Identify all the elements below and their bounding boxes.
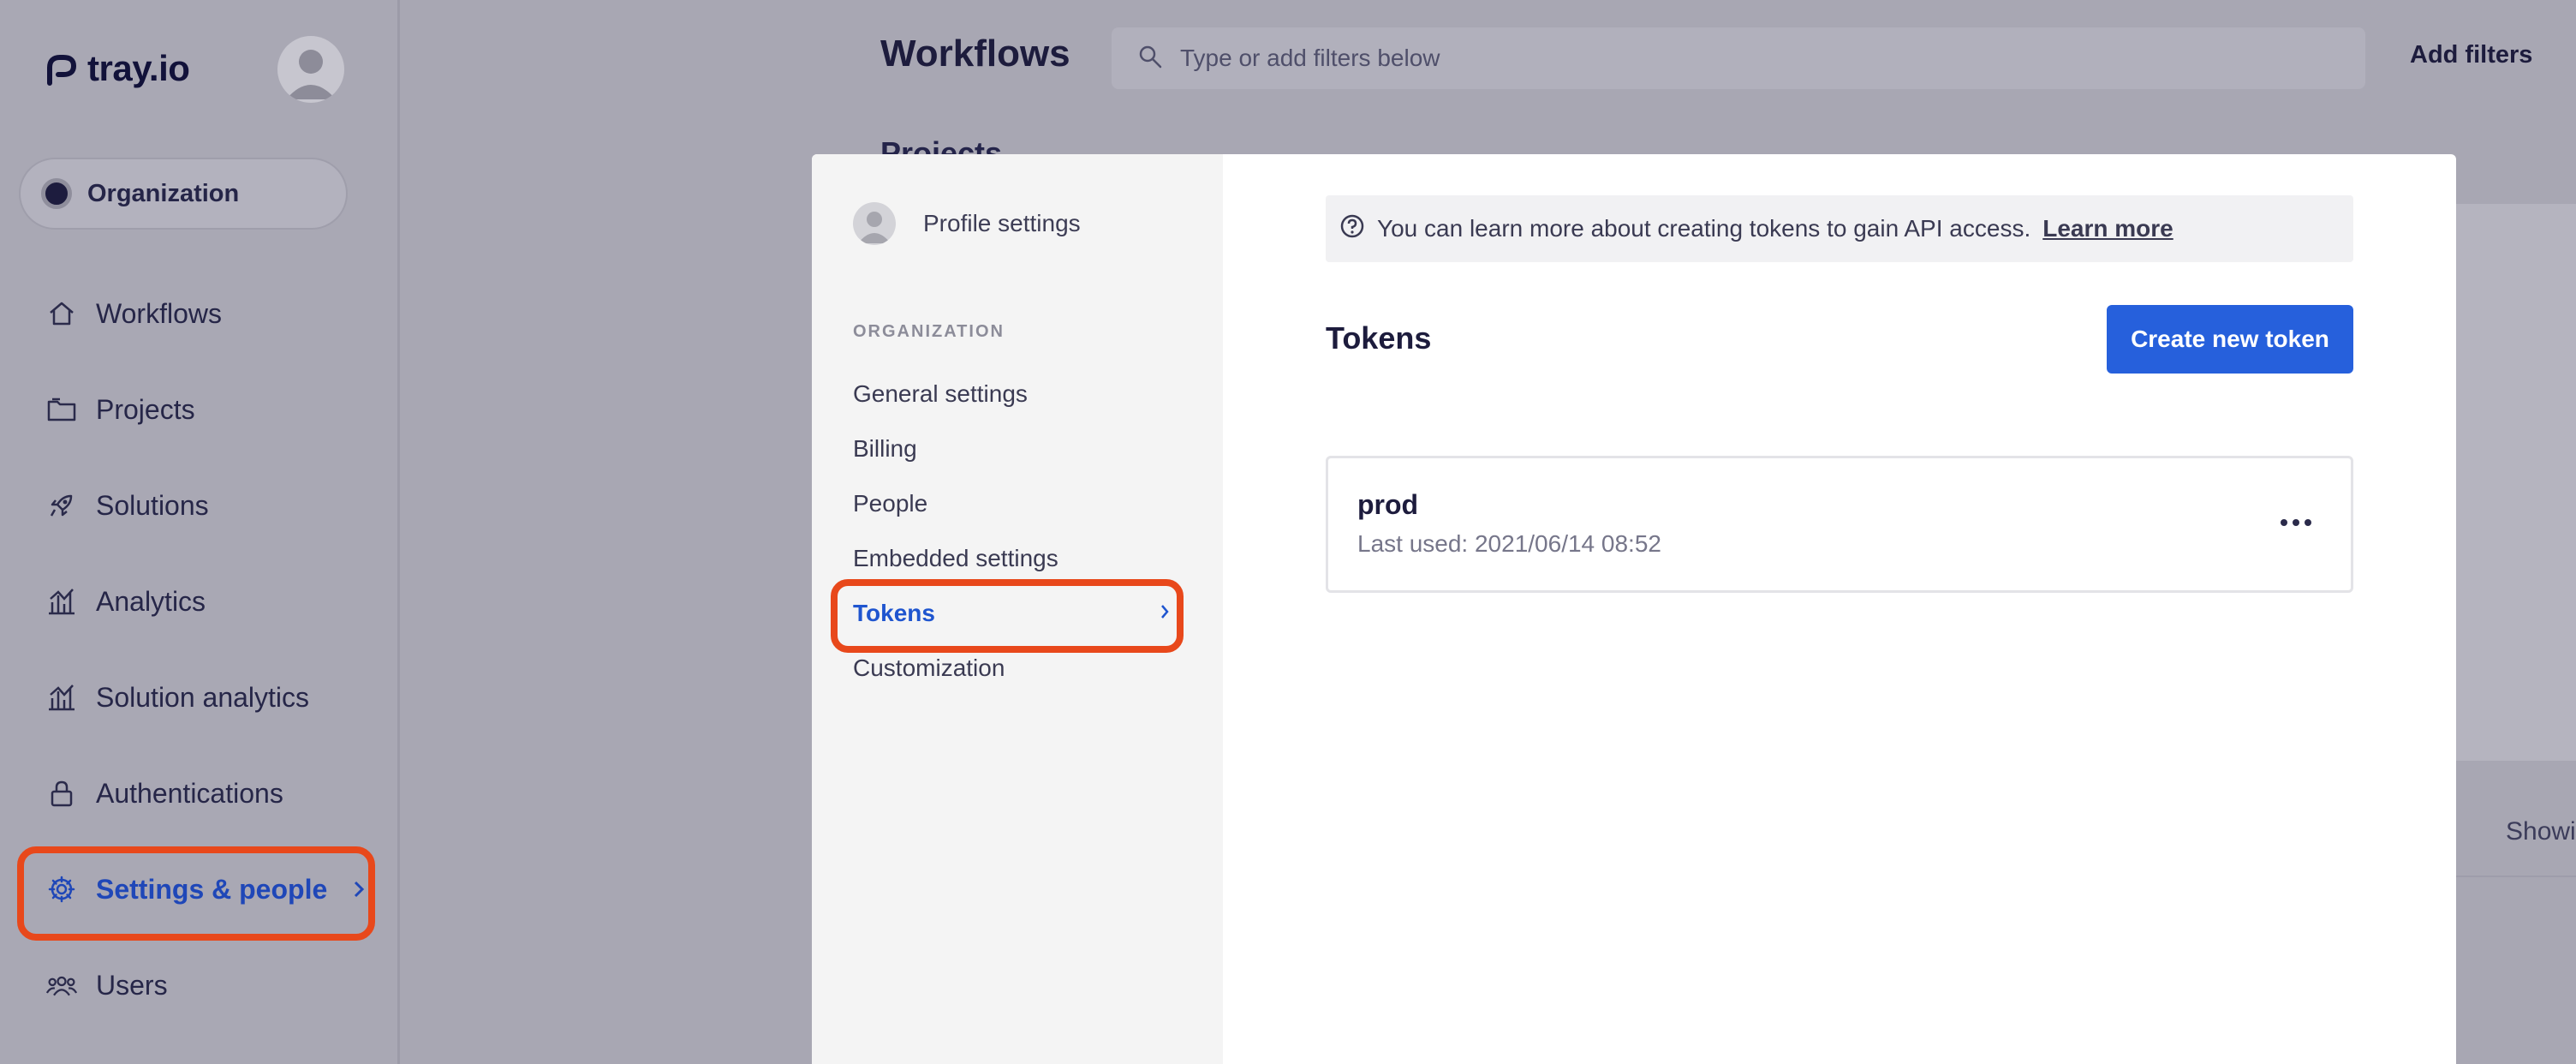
sidebar-item-label: Users	[96, 969, 168, 1001]
sidebar-item-solutions[interactable]: Solutions	[46, 480, 209, 531]
tray-logo-icon	[47, 55, 77, 86]
sidebar-item-workflows[interactable]: Workflows	[46, 288, 222, 339]
rocket-icon	[46, 490, 77, 521]
user-avatar[interactable]	[277, 36, 344, 103]
sidebar-item-authentications[interactable]: Authentications	[46, 768, 283, 819]
token-card: prod Last used: 2021/06/14 08:52	[1326, 456, 2353, 593]
folder-icon	[46, 394, 77, 425]
organization-switcher[interactable]: Organization	[19, 158, 348, 230]
token-last-used: Last used: 2021/06/14 08:52	[1357, 530, 1661, 557]
profile-settings-label: Profile settings	[923, 210, 1081, 236]
sidebar-item-label: Solution analytics	[96, 681, 310, 713]
sidebar-item-solution-analytics[interactable]: Solution analytics	[46, 672, 309, 723]
add-filters-button[interactable]: Add filters	[2410, 41, 2532, 69]
sidebar-item-label: Authentications	[96, 777, 283, 809]
bar-chart-icon	[46, 586, 77, 617]
profile-settings-link[interactable]: Profile settings	[853, 202, 1081, 245]
menu-item-general-settings[interactable]: General settings	[853, 380, 1028, 408]
menu-item-customization[interactable]: Customization	[853, 655, 1005, 682]
more-options-icon[interactable]	[2270, 501, 2322, 544]
section-heading: ORGANIZATION	[853, 322, 1005, 341]
menu-item-billing[interactable]: Billing	[853, 435, 917, 463]
search-icon	[1137, 44, 1163, 74]
users-icon	[46, 970, 77, 1001]
highlight-settings-people	[17, 846, 375, 941]
lock-icon	[46, 778, 77, 809]
create-new-token-button[interactable]: Create new token	[2107, 305, 2353, 374]
token-name: prod	[1357, 489, 1419, 520]
background-panel	[2456, 204, 2576, 761]
sidebar-item-analytics[interactable]: Analytics	[46, 576, 206, 627]
bar-chart-icon	[46, 682, 77, 713]
page-title: Workflows	[880, 33, 1070, 75]
showing-count: Showi	[2506, 817, 2576, 846]
divider	[2456, 876, 2576, 877]
tokens-title: Tokens	[1326, 320, 1432, 356]
search-input[interactable]	[1178, 44, 2295, 73]
avatar-icon	[286, 50, 336, 99]
tray-logo[interactable]: tray.io	[43, 48, 190, 89]
org-label: Organization	[87, 179, 240, 207]
sidebar-item-label: Analytics	[96, 585, 206, 617]
home-icon	[46, 298, 77, 329]
sidebar-item-projects[interactable]: Projects	[46, 384, 195, 435]
sidebar-item-label: Workflows	[96, 297, 222, 329]
info-text: You can learn more about creating tokens…	[1377, 215, 2031, 242]
info-banner: You can learn more about creating tokens…	[1326, 195, 2353, 262]
sidebar-item-label: Solutions	[96, 489, 209, 521]
settings-nav: Profile settings ORGANIZATION General se…	[812, 154, 1223, 1064]
search-bar[interactable]	[1112, 27, 2365, 89]
sidebar-item-label: Projects	[96, 393, 195, 425]
avatar	[853, 202, 896, 245]
logo-text: tray.io	[87, 48, 190, 88]
menu-item-embedded-settings[interactable]: Embedded settings	[853, 545, 1058, 572]
sidebar-item-users[interactable]: Users	[46, 959, 168, 1011]
org-dot-icon	[41, 178, 72, 209]
menu-item-people[interactable]: People	[853, 490, 927, 517]
highlight-tokens	[831, 579, 1184, 653]
help-circle-icon	[1339, 213, 1365, 245]
settings-modal: Profile settings ORGANIZATION General se…	[812, 154, 2456, 1064]
learn-more-link[interactable]: Learn more	[2042, 215, 2174, 242]
